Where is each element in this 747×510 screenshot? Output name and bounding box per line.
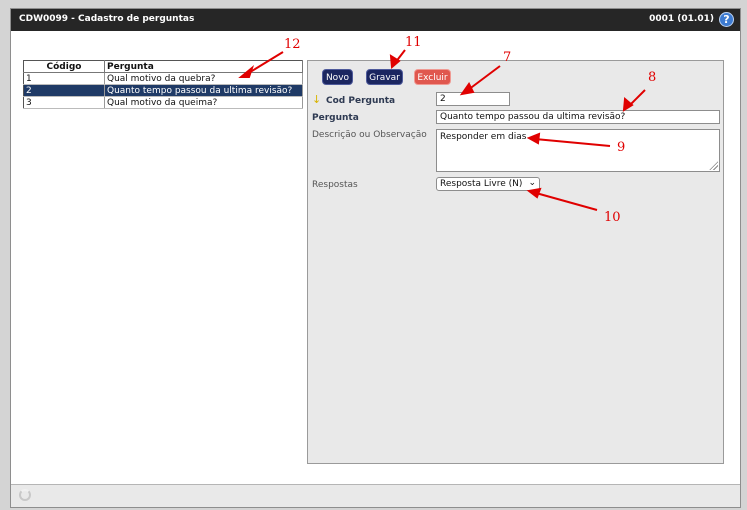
arrow-9 (534, 138, 611, 147)
annotation-7: 7 (503, 50, 512, 65)
annotation-8: 8 (648, 70, 657, 85)
arrowhead-8 (622, 96, 634, 112)
annotation-11: 11 (405, 35, 422, 50)
arrowhead-9 (526, 132, 541, 145)
arrow-10 (535, 192, 598, 211)
annotation-12: 12 (284, 37, 301, 52)
annotation-arrows (238, 49, 646, 211)
arrowhead-12 (238, 65, 255, 78)
arrow-12 (246, 51, 284, 75)
arrowhead-10 (526, 187, 542, 199)
arrowhead-7 (459, 82, 475, 96)
arrow-7 (467, 65, 501, 91)
arrowhead-11 (389, 54, 401, 70)
annotation-9: 9 (617, 140, 626, 155)
annotation-10: 10 (604, 210, 621, 225)
